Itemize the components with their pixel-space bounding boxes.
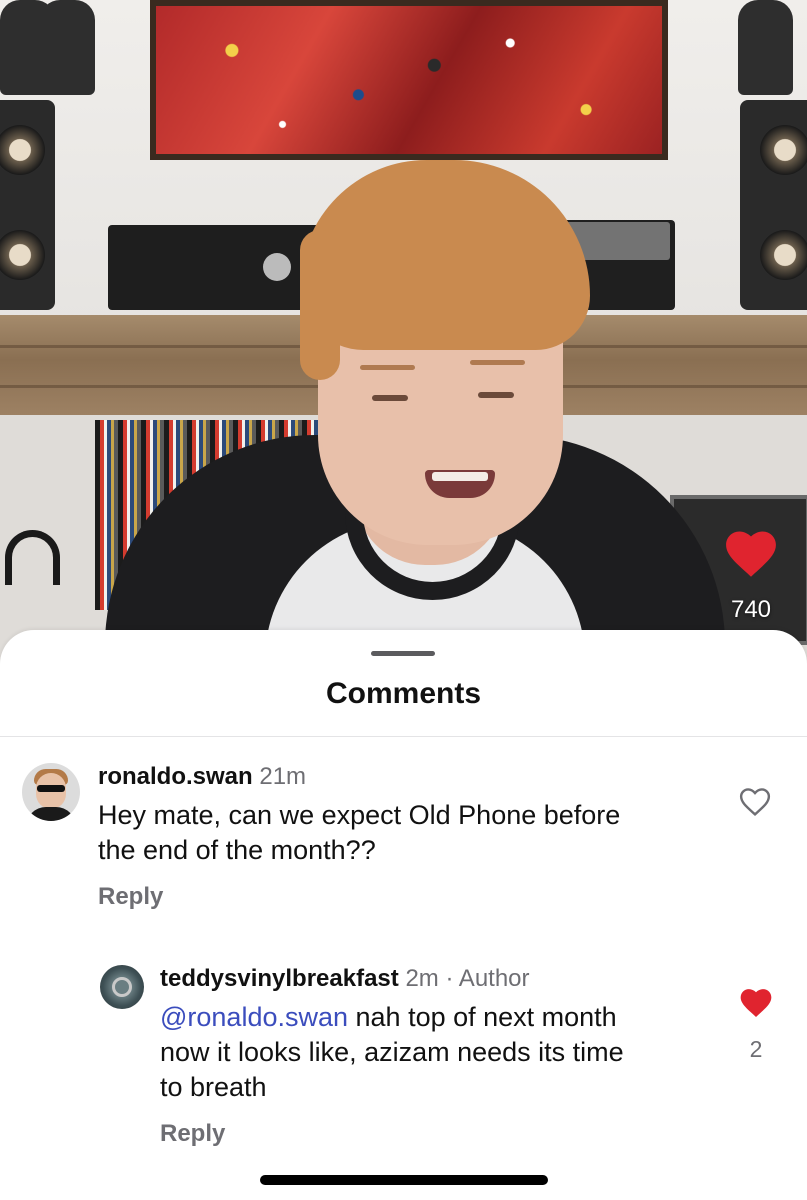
divider [0,736,807,737]
live-like-counter[interactable]: 740 [718,530,784,640]
painting [150,0,668,160]
home-indicator[interactable] [260,1175,548,1185]
comment-text-line: @ronaldo.swan nah top of next month [160,1000,624,1035]
comment-text-line: to breath [160,1072,267,1102]
eye-right [478,392,514,398]
reply-button[interactable]: Reply [160,1120,225,1148]
live-like-count: 740 [730,596,772,623]
heart-icon[interactable] [725,530,777,578]
speaker-left [0,100,55,310]
person-hair-side [300,230,340,380]
brow-right [470,360,525,365]
sheet-grabber[interactable] [371,651,435,656]
brow-left [360,365,415,370]
reply-button[interactable]: Reply [98,883,163,911]
avatar[interactable] [100,965,144,1009]
headphones [5,530,60,585]
statue-right [738,0,793,95]
like-button[interactable] [739,787,771,817]
username[interactable]: teddysvinylbreakfast [160,965,399,992]
comment-time: 21m [259,763,307,790]
heart-outline-icon [739,788,771,817]
amplifier [108,225,328,310]
teeth [432,472,488,481]
comments-sheet: Comments ronaldo.swan 21m Hey mate, can … [0,630,807,1200]
comment-header: teddysvinylbreakfast 2m · Author [160,965,530,993]
comment-text-fragment: nah top of next month [348,1002,617,1032]
statue-left-2 [40,0,95,95]
author-label: · Author [445,965,530,992]
comment-text-line: Hey mate, can we expect Old Phone before [98,800,621,830]
like-button[interactable] [740,988,772,1018]
avatar[interactable] [22,763,80,821]
comment-text-line: now it looks like, azizam needs its time [160,1037,624,1067]
mention-link[interactable]: @ronaldo.swan [160,1002,348,1032]
eye-left [372,395,408,401]
comment-header: ronaldo.swan 21m [98,763,306,791]
comment-text: @ronaldo.swan nah top of next month now … [160,1000,624,1105]
sheet-title: Comments [325,677,482,710]
comment-time: 2m [405,965,439,992]
heart-filled-icon [740,989,772,1017]
like-count: 2 [749,1036,763,1062]
speaker-right [740,100,807,310]
comment-text: Hey mate, can we expect Old Phone before… [98,798,620,868]
comment-text-line: the end of the month?? [98,835,376,865]
username[interactable]: ronaldo.swan [98,763,253,790]
live-video[interactable]: 740 [0,0,807,700]
